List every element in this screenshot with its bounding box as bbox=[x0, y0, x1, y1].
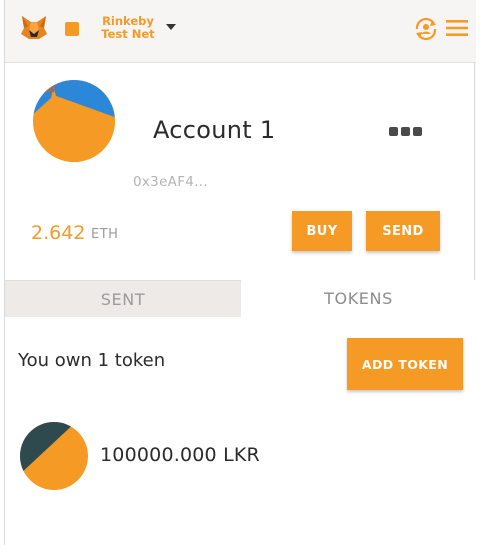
hamburger-menu-icon[interactable] bbox=[445, 18, 469, 38]
eth-balance: 2.642 bbox=[31, 222, 86, 244]
add-token-button[interactable]: ADD TOKEN bbox=[347, 338, 463, 390]
account-address[interactable]: 0x3eAF4... bbox=[133, 174, 208, 190]
balance-unit: ETH bbox=[91, 227, 119, 242]
tab-sent[interactable]: SENT bbox=[5, 280, 241, 317]
network-name[interactable]: Rinkeby Test Net bbox=[97, 15, 159, 41]
account-switch-icon[interactable] bbox=[413, 16, 439, 42]
token-count-label: You own 1 token bbox=[18, 350, 166, 371]
tab-tokens[interactable]: TOKENS bbox=[241, 280, 476, 317]
chevron-down-icon[interactable] bbox=[166, 24, 176, 30]
send-button[interactable]: SEND bbox=[366, 211, 440, 251]
token-identicon bbox=[20, 422, 88, 490]
more-options-icon[interactable] bbox=[389, 125, 423, 137]
network-indicator bbox=[65, 22, 79, 36]
account-name: Account 1 bbox=[153, 116, 276, 144]
buy-button[interactable]: BUY bbox=[292, 211, 352, 251]
token-balance[interactable]: 100000.000 LKR bbox=[100, 444, 260, 466]
account-identicon bbox=[33, 80, 115, 162]
metamask-fox-icon[interactable] bbox=[19, 12, 49, 42]
wallet-popup: Rinkeby Test Net Account 1 0x3eAF4... 2.… bbox=[4, 0, 476, 545]
app-header: Rinkeby Test Net bbox=[5, 0, 476, 63]
tab-bar: SENT TOKENS bbox=[5, 280, 476, 317]
